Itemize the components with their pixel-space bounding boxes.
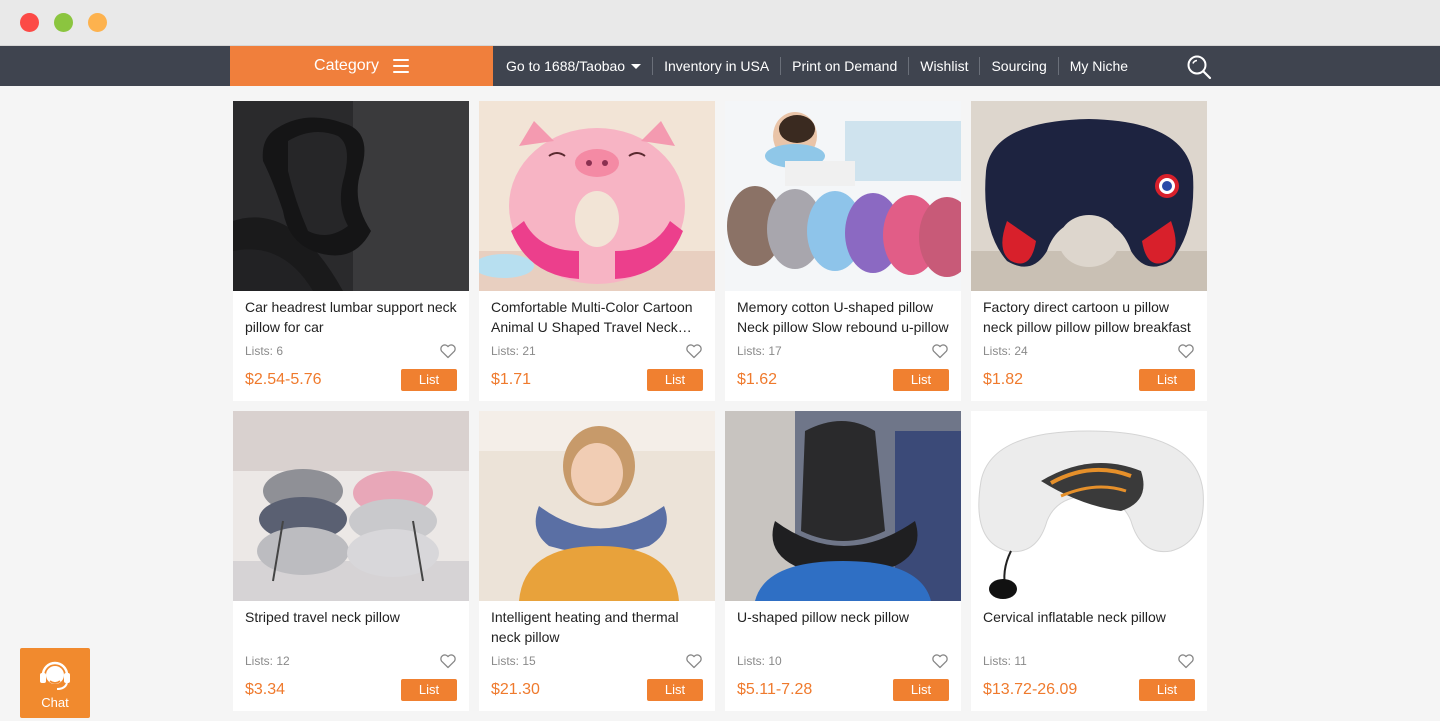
product-lists-count: Lists: 24 (983, 344, 1028, 358)
list-button[interactable]: List (647, 369, 703, 391)
window-maximize-button[interactable] (88, 13, 107, 32)
product-title[interactable]: Cervical inflatable neck pillow (983, 607, 1197, 627)
heart-icon (686, 654, 702, 669)
product-lists-count: Lists: 21 (491, 344, 536, 358)
product-price: $5.11-7.28 (737, 681, 813, 698)
product-image[interactable] (479, 411, 715, 601)
product-card[interactable]: Intelligent heating and thermal neck pil… (479, 411, 715, 711)
category-menu-button[interactable]: Category (230, 46, 493, 86)
nav-link-label: Wishlist (920, 58, 969, 74)
wishlist-button[interactable] (1177, 652, 1195, 670)
product-title[interactable]: Striped travel neck pillow (245, 607, 459, 627)
product-image[interactable] (479, 101, 715, 291)
list-button[interactable]: List (1139, 679, 1195, 701)
product-image[interactable] (725, 411, 961, 601)
search-icon (1187, 55, 1212, 80)
product-image[interactable] (971, 411, 1207, 601)
product-lists-count: Lists: 12 (245, 654, 290, 668)
product-grid: Car headrest lumbar support neck pillow … (233, 101, 1207, 711)
headset-icon (40, 661, 70, 690)
product-image[interactable] (725, 101, 961, 291)
nav-link-go-to-1688-taobao[interactable]: Go to 1688/Taobao (493, 57, 652, 75)
product-price: $21.30 (491, 681, 540, 698)
product-card[interactable]: Comfortable Multi-Color Cartoon Animal U… (479, 101, 715, 401)
heart-icon (686, 344, 702, 359)
product-price: $1.71 (491, 371, 532, 388)
product-image[interactable] (233, 101, 469, 291)
product-card[interactable]: Cervical inflatable neck pillow Lists: 1… (971, 411, 1207, 711)
nav-link-label: My Niche (1069, 58, 1129, 74)
list-button[interactable]: List (893, 369, 949, 391)
product-image[interactable] (971, 101, 1207, 291)
list-button[interactable]: List (401, 369, 457, 391)
list-button[interactable]: List (401, 679, 457, 701)
window-close-button[interactable] (20, 13, 39, 32)
nav-link-label: Go to 1688/Taobao (506, 58, 626, 74)
heart-icon (932, 344, 948, 359)
product-price: $1.82 (983, 371, 1024, 388)
nav-link-label: Print on Demand (792, 58, 898, 74)
list-button[interactable]: List (1139, 369, 1195, 391)
window-minimize-button[interactable] (54, 13, 73, 32)
product-title[interactable]: Factory direct cartoon u pillow neck pil… (983, 297, 1197, 337)
product-card[interactable]: Car headrest lumbar support neck pillow … (233, 101, 469, 401)
product-card[interactable]: Striped travel neck pillow Lists: 12 $3.… (233, 411, 469, 711)
wishlist-button[interactable] (931, 342, 949, 360)
window-titlebar (0, 0, 1440, 46)
wishlist-button[interactable] (439, 652, 457, 670)
product-card[interactable]: Factory direct cartoon u pillow neck pil… (971, 101, 1207, 401)
product-image[interactable] (233, 411, 469, 601)
product-title[interactable]: Intelligent heating and thermal neck pil… (491, 607, 705, 647)
product-lists-count: Lists: 10 (737, 654, 782, 668)
nav-link-wishlist[interactable]: Wishlist (908, 57, 979, 75)
product-title[interactable]: Memory cotton U-shaped pillow Neck pillo… (737, 297, 951, 337)
wishlist-button[interactable] (685, 342, 703, 360)
wishlist-button[interactable] (931, 652, 949, 670)
heart-icon (440, 654, 456, 669)
product-price: $2.54-5.76 (245, 371, 322, 388)
caret-down-icon (631, 63, 642, 69)
nav-link-inventory-in-usa[interactable]: Inventory in USA (652, 57, 780, 75)
wishlist-button[interactable] (439, 342, 457, 360)
category-label: Category (314, 57, 379, 74)
product-lists-count: Lists: 15 (491, 654, 536, 668)
product-title[interactable]: Car headrest lumbar support neck pillow … (245, 297, 459, 337)
list-button[interactable]: List (893, 679, 949, 701)
product-price: $3.34 (245, 681, 286, 698)
nav-links: Go to 1688/Taobao Inventory in USA Print… (493, 46, 1139, 86)
nav-link-print-on-demand[interactable]: Print on Demand (780, 57, 908, 75)
wishlist-button[interactable] (1177, 342, 1195, 360)
top-navbar: Category Go to 1688/Taobao Inventory in … (0, 46, 1440, 86)
chat-label: Chat (41, 695, 69, 710)
product-card[interactable]: Memory cotton U-shaped pillow Neck pillo… (725, 101, 961, 401)
product-title[interactable]: U-shaped pillow neck pillow (737, 607, 951, 627)
wishlist-button[interactable] (685, 652, 703, 670)
list-button[interactable]: List (647, 679, 703, 701)
product-title[interactable]: Comfortable Multi-Color Cartoon Animal U… (491, 297, 705, 337)
product-lists-count: Lists: 17 (737, 344, 782, 358)
product-card[interactable]: U-shaped pillow neck pillow Lists: 10 $5… (725, 411, 961, 711)
heart-icon (932, 654, 948, 669)
heart-icon (440, 344, 456, 359)
nav-link-label: Sourcing (991, 58, 1047, 74)
nav-link-label: Inventory in USA (664, 58, 770, 74)
nav-link-sourcing[interactable]: Sourcing (979, 57, 1057, 75)
product-price: $1.62 (737, 371, 778, 388)
product-price: $13.72-26.09 (983, 681, 1078, 698)
nav-link-my-niche[interactable]: My Niche (1057, 57, 1139, 75)
chat-button[interactable]: Chat (20, 648, 90, 718)
hamburger-icon (392, 59, 409, 73)
search-button[interactable] (1186, 54, 1212, 80)
heart-icon (1178, 654, 1194, 669)
heart-icon (1178, 344, 1194, 359)
product-lists-count: Lists: 6 (245, 344, 284, 358)
product-lists-count: Lists: 11 (983, 654, 1027, 668)
